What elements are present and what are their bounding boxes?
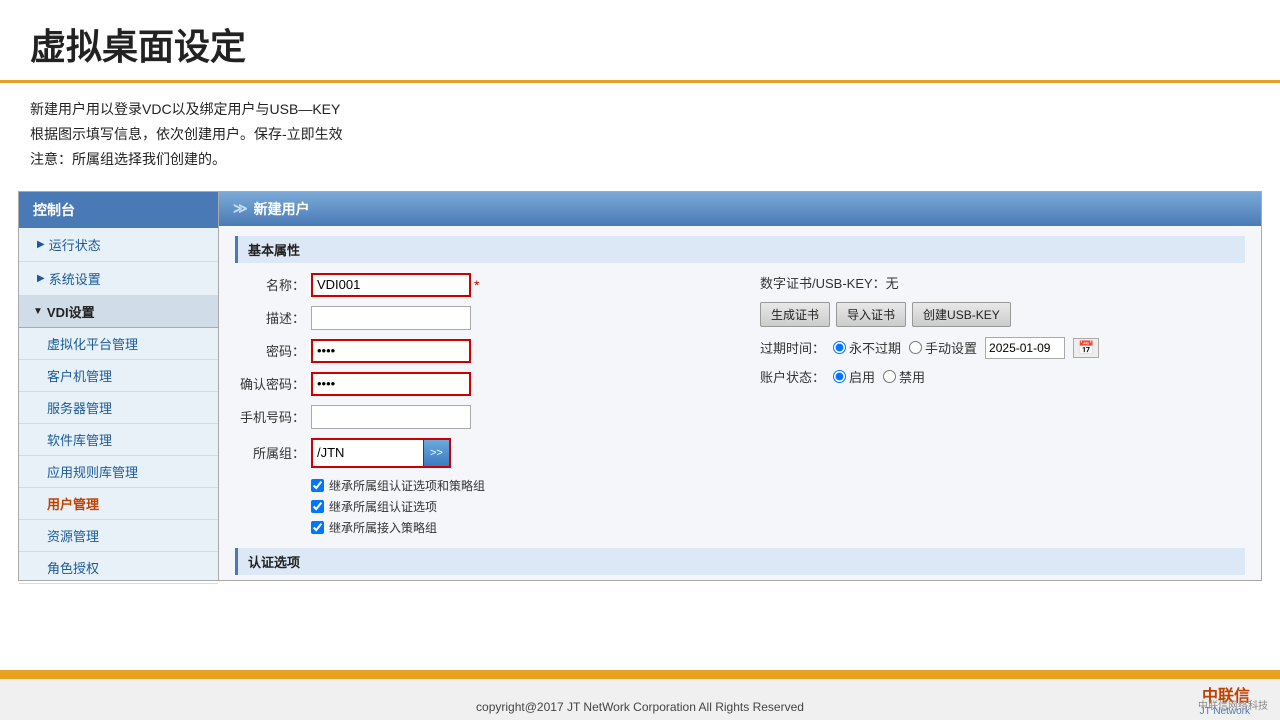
name-input-group: * [311,273,479,297]
content-area: ≫ 新建用户 基本属性 名称： * [219,192,1261,580]
sidebar-item-software-mgmt[interactable]: 软件库管理 [19,424,218,456]
name-row: 名称： * [235,273,720,297]
gen-cert-button[interactable]: 生成证书 [760,302,830,327]
confirm-pwd-row: 确认密码： [235,372,720,396]
desc-label: 描述： [235,308,305,327]
cert-info-row: 数字证书/USB-KEY：无 [760,273,1245,292]
expire-date-input[interactable] [985,337,1065,359]
instruction-line-2: 根据图示填写信息，依次创建用户。保存-立即生效 [30,122,1250,147]
group-label: 所属组： [235,443,305,462]
sidebar: 控制台 ▶ 运行状态 ▶ 系统设置 ▼ VDI设置 虚拟化平台管理 客户机管理 … [19,192,219,580]
arrow-icon: ▶ [37,239,45,250]
inherit3-label: 继承所属接入策略组 [329,519,437,536]
phone-label: 手机号码： [235,407,305,426]
inherit1-checkbox[interactable] [311,479,324,492]
inherit3-checkbox[interactable] [311,521,324,534]
inherit2-checkbox[interactable] [311,500,324,513]
import-cert-button[interactable]: 导入证书 [836,302,906,327]
pwd-input[interactable] [311,339,471,363]
inherit2-label: 继承所属组认证选项 [329,498,437,515]
status-enable-radio[interactable] [833,370,846,383]
create-usb-button[interactable]: 创建USB-KEY [912,302,1011,327]
sidebar-item-client-mgmt[interactable]: 客户机管理 [19,360,218,392]
expire-never-radio[interactable] [833,341,846,354]
expire-never-text: 永不过期 [849,338,901,357]
instruction-line-1: 新建用户用以登录VDC以及绑定用户与USB—KEY [30,97,1250,122]
main-area: 控制台 ▶ 运行状态 ▶ 系统设置 ▼ VDI设置 虚拟化平台管理 客户机管理 … [18,191,1262,581]
phone-input[interactable] [311,405,471,429]
inherit2-row: 继承所属组认证选项 [311,498,720,515]
footer-copyright: copyright@2017 JT NetWork Corporation Al… [0,700,1280,714]
inherit1-row: 继承所属组认证选项和策略组 [311,477,720,494]
status-disable-radio[interactable] [883,370,896,383]
sidebar-item-resource-mgmt[interactable]: 资源管理 [19,520,218,552]
pwd-row: 密码： [235,339,720,363]
sidebar-group-vdi[interactable]: ▼ VDI设置 [19,296,218,328]
arrow-icon: ▼ [33,306,43,317]
required-star: * [474,277,479,293]
expire-manual-label[interactable]: 手动设置 [909,338,977,357]
desc-row: 描述： [235,306,720,330]
pwd-label: 密码： [235,341,305,360]
calendar-icon[interactable]: 📅 [1073,338,1099,358]
confirm-pwd-input[interactable] [311,372,471,396]
footer-bar: copyright@2017 JT NetWork Corporation Al… [0,676,1280,720]
status-disable-text: 禁用 [899,367,925,386]
cert-buttons: 生成证书 导入证书 创建USB-KEY [760,302,1245,327]
phone-row: 手机号码： [235,405,720,429]
sidebar-group-label: VDI设置 [47,302,95,321]
status-label: 账户状态： [760,367,825,386]
confirm-pwd-label: 确认密码： [235,374,305,393]
section-basic-title: 基本属性 [235,236,1245,263]
instructions-block: 新建用户用以登录VDC以及绑定用户与USB—KEY 根据图示填写信息，依次创建用… [0,83,1280,183]
sidebar-item-app-rules[interactable]: 应用规则库管理 [19,456,218,488]
form-area: 基本属性 名称： * 描述： [219,226,1261,580]
name-label: 名称： [235,275,305,294]
form-left: 名称： * 描述： 密码： [235,273,720,540]
sidebar-item-run-status[interactable]: ▶ 运行状态 [19,228,218,262]
sidebar-item-label: 系统设置 [49,269,101,288]
arrow-icon: ▶ [37,273,45,284]
group-input[interactable] [313,442,423,464]
group-input-container: >> [311,438,451,468]
status-enable-label[interactable]: 启用 [833,367,875,386]
sidebar-item-label: 运行状态 [49,235,101,254]
instruction-line-3: 注意：所属组选择我们创建的。 [30,147,1250,172]
footer-watermark: 中联信网络科技 [1198,697,1268,712]
content-title: 新建用户 [254,199,310,219]
sidebar-header: 控制台 [19,192,218,228]
content-header: ≫ 新建用户 [219,192,1261,226]
name-input[interactable] [311,273,471,297]
form-right: 数字证书/USB-KEY：无 生成证书 导入证书 创建USB-KEY 过期时间：… [760,273,1245,540]
expire-manual-text: 手动设置 [925,338,977,357]
expire-row: 过期时间： 永不过期 手动设置 📅 [760,337,1245,359]
group-row: 所属组： >> [235,438,720,468]
double-arrow-icon: ≫ [233,200,248,217]
inherit1-label: 继承所属组认证选项和策略组 [329,477,485,494]
expire-label: 过期时间： [760,338,825,357]
section-auth-title: 认证选项 [235,548,1245,575]
status-row: 账户状态： 启用 禁用 [760,367,1245,386]
status-enable-text: 启用 [849,367,875,386]
sidebar-item-role-auth[interactable]: 角色授权 [19,552,218,584]
expire-never-label[interactable]: 永不过期 [833,338,901,357]
sidebar-item-virt-platform[interactable]: 虚拟化平台管理 [19,328,218,360]
expire-manual-radio[interactable] [909,341,922,354]
status-disable-label[interactable]: 禁用 [883,367,925,386]
sidebar-item-sys-settings[interactable]: ▶ 系统设置 [19,262,218,296]
form-table: 名称： * 描述： 密码： [235,273,1245,540]
inherit3-row: 继承所属接入策略组 [311,519,720,536]
sidebar-item-user-mgmt[interactable]: 用户管理 [19,488,218,520]
group-browse-button[interactable]: >> [423,440,449,466]
page-title: 虚拟桌面设定 [0,0,1280,83]
desc-input[interactable] [311,306,471,330]
sidebar-item-server-mgmt[interactable]: 服务器管理 [19,392,218,424]
